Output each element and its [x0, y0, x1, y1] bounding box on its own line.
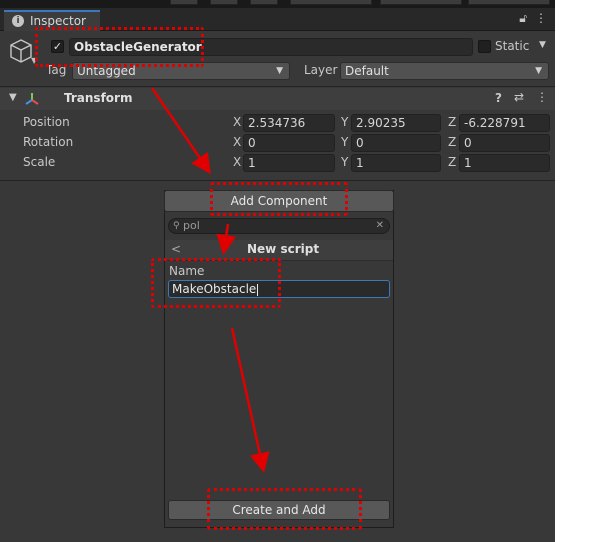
- toolbar-button[interactable]: [380, 0, 462, 5]
- component-menu-icon[interactable]: ⋮: [536, 90, 548, 104]
- tag-dropdown[interactable]: Untagged ▼: [72, 62, 290, 80]
- axis-z-label[interactable]: Z: [448, 155, 456, 169]
- help-icon[interactable]: ?: [495, 91, 502, 105]
- component-search-input[interactable]: ⚲ pol ✕: [168, 218, 390, 234]
- axis-z-label[interactable]: Z: [448, 135, 456, 149]
- clear-search-icon[interactable]: ✕: [376, 219, 384, 233]
- rotation-y-field[interactable]: 0: [351, 134, 441, 152]
- foldout-arrow-icon[interactable]: ▼: [9, 92, 17, 103]
- object-name-field[interactable]: ObstacleGenerator: [69, 38, 473, 56]
- transform-title: Transform: [64, 91, 133, 105]
- tab-label: Inspector: [30, 14, 86, 28]
- layer-dropdown[interactable]: Default ▼: [340, 62, 549, 80]
- add-component-button[interactable]: Add Component: [164, 190, 394, 212]
- static-checkbox[interactable]: [478, 40, 491, 53]
- axis-x-label[interactable]: X: [233, 115, 241, 129]
- new-script-title: New script: [247, 242, 320, 256]
- preset-icon[interactable]: ⇄: [514, 90, 524, 104]
- scale-label: Scale: [23, 155, 56, 169]
- tag-value: Untagged: [77, 64, 136, 78]
- name-label: Name: [169, 264, 205, 278]
- toolbar-button[interactable]: [468, 0, 550, 5]
- search-icon: ⚲: [173, 221, 180, 231]
- info-icon: i: [12, 15, 24, 27]
- position-y-field[interactable]: 2.90235: [351, 114, 441, 132]
- divider: [0, 86, 555, 87]
- chevron-down-icon: ▼: [276, 66, 283, 76]
- position-z-field[interactable]: -6.228791: [459, 114, 550, 132]
- search-value: pol: [183, 219, 200, 232]
- tab-inspector[interactable]: i Inspector: [4, 10, 100, 31]
- scale-y-field[interactable]: 1: [351, 154, 441, 172]
- back-arrow-icon[interactable]: <: [171, 242, 181, 256]
- tab-icons: 🔓︎ ⋮: [511, 11, 547, 26]
- divider: [0, 180, 555, 181]
- scale-x-field[interactable]: 1: [243, 154, 335, 172]
- scale-z-field[interactable]: 1: [459, 154, 550, 172]
- toolbar-button[interactable]: [210, 0, 238, 5]
- icon-dropdown-arrow-icon[interactable]: ▼: [31, 56, 37, 65]
- layer-value: Default: [345, 64, 389, 78]
- top-toolbar-strip: [0, 0, 555, 8]
- axis-y-label[interactable]: Y: [341, 155, 348, 169]
- gameobject-cube-icon: [10, 39, 32, 63]
- tab-bar: i Inspector 🔓︎ ⋮: [0, 8, 555, 31]
- position-x-field[interactable]: 2.534736: [243, 114, 335, 132]
- axis-x-label[interactable]: X: [233, 155, 241, 169]
- chevron-down-icon: ▼: [535, 66, 542, 76]
- rotation-x-field[interactable]: 0: [243, 134, 335, 152]
- axis-z-label[interactable]: Z: [448, 115, 456, 129]
- toolbar-button[interactable]: [250, 0, 278, 5]
- new-script-header: < New script: [165, 240, 393, 261]
- text-caret: [257, 283, 259, 296]
- static-dropdown-arrow-icon[interactable]: ▼: [539, 40, 546, 50]
- rotation-z-field[interactable]: 0: [459, 134, 550, 152]
- transform-header[interactable]: ▼ Transform ? ⇄ ⋮: [0, 88, 555, 110]
- axis-y-label[interactable]: Y: [341, 115, 348, 129]
- script-name-input[interactable]: MakeObstacle: [168, 280, 390, 298]
- static-label: Static: [495, 39, 530, 53]
- lock-icon[interactable]: 🔓︎: [519, 11, 527, 25]
- position-label: Position: [23, 115, 70, 129]
- toolbar-button[interactable]: [290, 0, 372, 5]
- menu-icon[interactable]: ⋮: [535, 11, 547, 25]
- script-name-value: MakeObstacle: [172, 282, 257, 296]
- active-checkbox[interactable]: ✓: [51, 40, 64, 53]
- layer-label: Layer: [304, 63, 338, 77]
- create-and-add-button[interactable]: Create and Add: [168, 500, 390, 520]
- toolbar-button[interactable]: [170, 0, 198, 5]
- axis-y-label[interactable]: Y: [341, 135, 348, 149]
- transform-axes-icon: [25, 93, 39, 105]
- axis-x-label[interactable]: X: [233, 135, 241, 149]
- tag-label: Tag: [46, 63, 67, 77]
- rotation-label: Rotation: [23, 135, 74, 149]
